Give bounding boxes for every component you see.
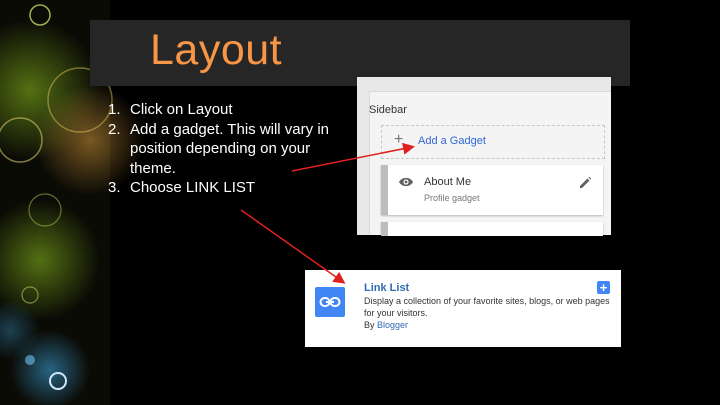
link-list-byline: By Blogger [364, 320, 408, 330]
step-number: 2. [108, 120, 121, 138]
step-text: Add a gadget. This will vary in position… [130, 120, 329, 177]
byline-prefix: By [364, 320, 378, 330]
step-text: Choose LINK LIST [130, 179, 256, 196]
drag-handle[interactable] [381, 222, 388, 236]
link-list-title[interactable]: Link List [364, 282, 409, 294]
add-link-list-button[interactable]: + [597, 281, 610, 294]
step-item: 2. Add a gadget. This will vary in posit… [108, 120, 358, 179]
eye-icon[interactable] [398, 176, 414, 188]
gadget-card-about-me[interactable] [381, 165, 603, 215]
edit-icon[interactable] [579, 176, 592, 189]
step-number: 1. [108, 101, 121, 118]
gadget-type: Profile gadget [424, 193, 480, 203]
plus-icon: + [394, 131, 404, 148]
step-text: Click on Layout [130, 101, 233, 118]
link-icon [319, 297, 341, 307]
step-item: 3. Choose LINK LIST [108, 178, 358, 198]
drag-handle[interactable] [381, 165, 388, 215]
byline-author[interactable]: Blogger [377, 320, 408, 330]
steps-list: 1. Click on Layout 2. Add a gadget. This… [108, 100, 358, 198]
slide-title: Layout [150, 26, 283, 74]
add-gadget-link[interactable]: Add a Gadget [418, 135, 486, 147]
add-gadget-row[interactable] [381, 125, 605, 159]
gadget-card-partial[interactable] [381, 222, 603, 236]
step-item: 1. Click on Layout [108, 100, 358, 120]
sidebar-section-title: Sidebar [369, 104, 407, 116]
link-list-description: Display a collection of your favorite si… [364, 296, 610, 318]
gadget-name: About Me [424, 176, 472, 188]
step-number: 3. [108, 179, 121, 196]
